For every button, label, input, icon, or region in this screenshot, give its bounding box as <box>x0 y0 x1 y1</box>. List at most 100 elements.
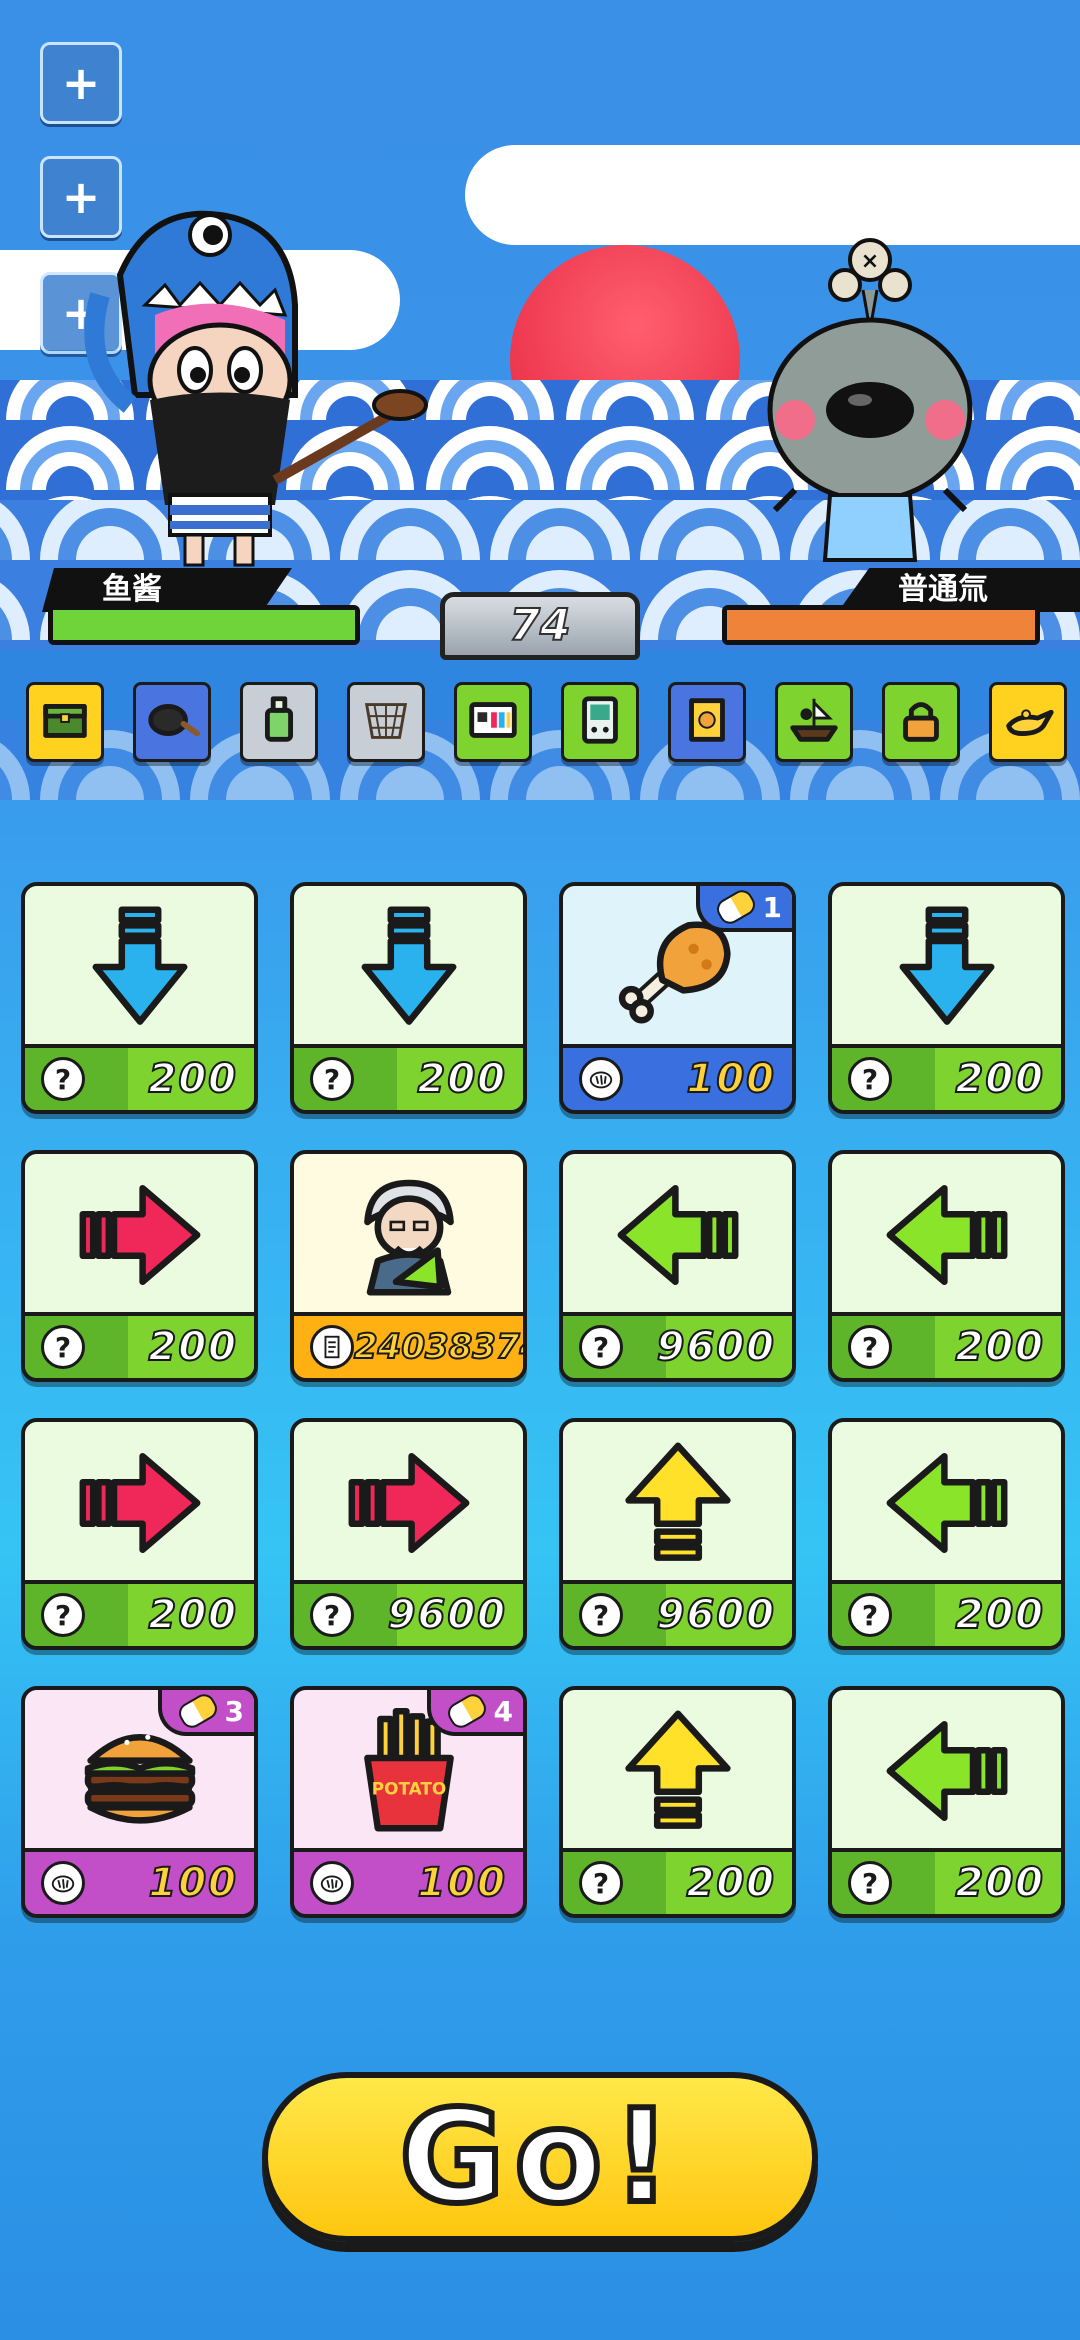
card-price-bar: ? 9600 <box>563 1580 792 1646</box>
trophy-icon <box>310 1325 354 1369</box>
stack-count: 1 <box>762 890 782 924</box>
tray-item-scroll[interactable] <box>668 682 746 762</box>
card-price: 9600 <box>656 1591 776 1639</box>
player-hp-fill <box>53 610 355 640</box>
question-icon: ? <box>848 1861 892 1905</box>
shop-card[interactable]: 1 100 <box>559 882 796 1114</box>
game-device-icon <box>571 691 629 753</box>
go-button[interactable]: Go! <box>262 2072 818 2242</box>
card-price-bar: ? 200 <box>294 1044 523 1110</box>
shop-card[interactable]: ? 9600 <box>559 1418 796 1650</box>
question-icon: ? <box>310 1593 354 1637</box>
tray-item-game-device[interactable] <box>561 682 639 762</box>
card-price: 200 <box>955 1591 1045 1639</box>
shop-card[interactable]: ? 200 <box>21 1150 258 1382</box>
card-price-bar: ? 9600 <box>563 1312 792 1378</box>
card-price-bar: ? 200 <box>832 1580 1061 1646</box>
question-icon: ? <box>848 1325 892 1369</box>
card-price-bar: ? 200 <box>25 1044 254 1110</box>
magic-lamp-icon <box>999 691 1057 753</box>
bread-icon <box>310 1861 354 1905</box>
stack-count: 4 <box>493 1694 513 1728</box>
add-slot-button[interactable]: + <box>40 42 122 124</box>
tray-item-magic-lamp[interactable] <box>989 682 1067 762</box>
card-price-bar: ? 200 <box>832 1848 1061 1914</box>
card-price: 100 <box>417 1859 507 1907</box>
frying-pan-icon <box>143 691 201 753</box>
shop-card[interactable]: ? 200 <box>828 1686 1065 1918</box>
card-price: 200 <box>148 1323 238 1371</box>
shop-card[interactable]: ? 200 <box>828 1418 1065 1650</box>
scroll-icon <box>678 691 736 753</box>
tray-item-pirate-ship[interactable] <box>775 682 853 762</box>
stack-count-badge: 1 <box>696 886 792 932</box>
tray-item-green-chest[interactable] <box>26 682 104 762</box>
card-price-bar: 100 <box>563 1044 792 1110</box>
blue-down-arrow-icon <box>832 886 1061 1048</box>
card-price: 200 <box>417 1055 507 1103</box>
tray-item-green-bottle[interactable] <box>240 682 318 762</box>
stack-count-badge: 4 <box>427 1690 523 1736</box>
card-price: 200 <box>148 1591 238 1639</box>
yellow-up-arrow-icon <box>563 1690 792 1852</box>
svg-text:×: × <box>861 249 879 274</box>
bread-icon <box>41 1861 85 1905</box>
scientist-icon <box>294 1154 523 1316</box>
lock-icon <box>892 691 950 753</box>
shop-card[interactable]: 3 100 <box>21 1686 258 1918</box>
question-icon: ? <box>579 1593 623 1637</box>
tray-item-color-card[interactable] <box>454 682 532 762</box>
stack-count-badge: 3 <box>158 1690 254 1736</box>
card-price: 200 <box>148 1055 238 1103</box>
card-price-bar: ? 200 <box>832 1312 1061 1378</box>
shop-card[interactable]: ? 200 <box>21 882 258 1114</box>
pill-icon <box>443 1690 490 1732</box>
pirate-ship-icon <box>785 691 843 753</box>
shop-card[interactable]: 24038374 <box>290 1150 527 1382</box>
shop-card[interactable]: ? 9600 <box>559 1150 796 1382</box>
shop-card[interactable]: ? 200 <box>21 1418 258 1650</box>
enemy-gray-spirit-icon: × <box>767 238 973 562</box>
card-price: 24038374 <box>353 1326 527 1368</box>
pill-icon <box>174 1690 221 1732</box>
shop-card[interactable]: ? 200 <box>828 1150 1065 1382</box>
card-price-bar: 100 <box>294 1848 523 1914</box>
shop-card[interactable]: POTATO 4 100 <box>290 1686 527 1918</box>
card-price: 200 <box>686 1859 776 1907</box>
question-icon: ? <box>848 1057 892 1101</box>
card-price-bar: ? 9600 <box>294 1580 523 1646</box>
blue-down-arrow-icon <box>294 886 523 1048</box>
green-left-arrow-icon <box>563 1154 792 1316</box>
shop-card[interactable]: ? 9600 <box>290 1418 527 1650</box>
shop-card[interactable]: ? 200 <box>828 882 1065 1114</box>
question-icon: ? <box>848 1593 892 1637</box>
fries-label: POTATO <box>371 1778 446 1798</box>
question-icon: ? <box>310 1057 354 1101</box>
enemy-hp-fill <box>727 610 1035 640</box>
enemy-name: 普通氚 <box>898 572 988 607</box>
card-price-bar: ? 200 <box>25 1580 254 1646</box>
question-icon: ? <box>41 1057 85 1101</box>
shop-card[interactable]: ? 200 <box>559 1686 796 1918</box>
yellow-up-arrow-icon <box>563 1422 792 1584</box>
green-chest-icon <box>36 691 94 753</box>
blue-down-arrow-icon <box>25 886 254 1048</box>
card-price-bar: ? 200 <box>25 1312 254 1378</box>
stack-count: 3 <box>224 1694 244 1728</box>
question-icon: ? <box>579 1325 623 1369</box>
card-price-bar: ? 200 <box>563 1848 792 1914</box>
question-icon: ? <box>41 1325 85 1369</box>
tray-item-lock[interactable] <box>882 682 960 762</box>
shop-card[interactable]: ? 200 <box>290 882 527 1114</box>
round-counter: 74 <box>440 592 640 660</box>
card-price: 9600 <box>656 1323 776 1371</box>
question-icon: ? <box>41 1593 85 1637</box>
card-price-bar: ? 200 <box>832 1044 1061 1110</box>
pill-icon <box>712 886 759 928</box>
player-name: 鱼酱 <box>102 572 162 607</box>
bread-icon <box>579 1057 623 1101</box>
tray-item-net[interactable] <box>347 682 425 762</box>
green-left-arrow-icon <box>832 1422 1061 1584</box>
tray-item-frying-pan[interactable] <box>133 682 211 762</box>
card-price: 9600 <box>387 1591 507 1639</box>
